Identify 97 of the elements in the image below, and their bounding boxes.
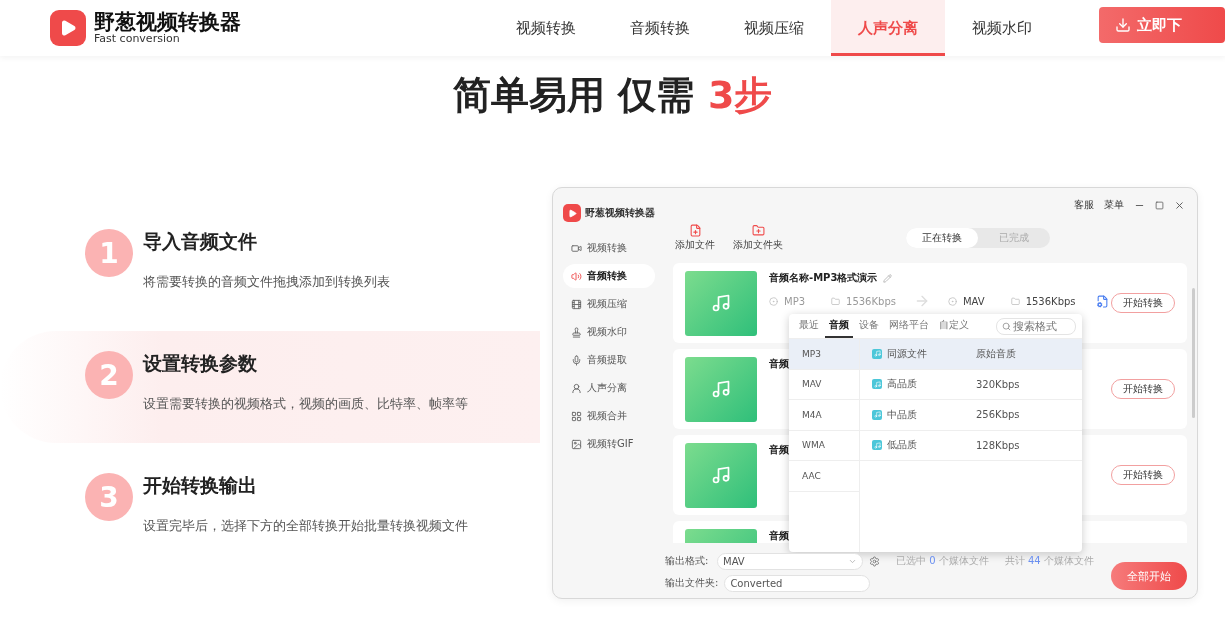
quality-name: 高品质	[887, 377, 918, 392]
output-bitrate: 1536Kbps	[1025, 295, 1076, 307]
bitrate-icon	[831, 296, 841, 306]
image-icon	[571, 438, 582, 450]
output-format: MAV	[962, 295, 985, 307]
sidebar-item[interactable]: 音频转换	[563, 264, 655, 288]
format-item[interactable]: MP3	[789, 339, 859, 370]
sidebar-item[interactable]: 视频转GIF	[563, 432, 655, 456]
step-description: 将需要转换的音频文件拖拽添加到转换列表	[143, 273, 390, 291]
sidebar-item[interactable]: 视频压缩	[563, 292, 655, 316]
quality-row[interactable]: 中品质 256Kbps	[860, 400, 1082, 431]
step-number: 1	[85, 229, 133, 277]
settings-icon[interactable]	[869, 555, 880, 567]
format-tab[interactable]: 设备	[855, 314, 883, 338]
folder-field[interactable]: Converted	[724, 574, 871, 592]
format-item[interactable]: MAV	[789, 369, 859, 400]
nav-tab[interactable]: 视频转换	[489, 0, 604, 56]
download-icon	[1115, 17, 1132, 33]
start-button[interactable]: 开始转换	[1111, 293, 1175, 313]
file-name: 音频	[769, 443, 789, 457]
format-icon	[769, 296, 778, 306]
field-label: 输出格式:	[665, 554, 710, 568]
bitrate-icon	[1010, 296, 1020, 306]
nav-tab[interactable]: 视频压缩	[717, 0, 832, 56]
quality-name: 同源文件	[887, 346, 928, 361]
file-plus-icon	[688, 224, 702, 237]
person-icon	[571, 382, 582, 394]
speaker-icon	[571, 270, 582, 282]
music-thumbnail	[685, 270, 757, 336]
logo-icon	[563, 204, 581, 222]
format-icon	[947, 296, 957, 306]
sidebar-item[interactable]: 视频水印	[563, 320, 655, 344]
search-field[interactable]: 搜索格式	[996, 317, 1076, 335]
headline: 简单易用 仅需 3步	[451, 72, 774, 119]
close-icon[interactable]	[1174, 199, 1185, 211]
top-link[interactable]: 客服	[1074, 198, 1094, 212]
music-icon	[872, 440, 882, 451]
stamp-icon	[571, 326, 582, 338]
format-item[interactable]: WMA	[789, 430, 859, 461]
nav-tab[interactable]: 视频水印	[945, 0, 1060, 56]
grid-icon	[571, 410, 582, 422]
video-camera-icon	[571, 242, 582, 254]
music-icon	[872, 379, 882, 390]
music-thumbnail	[685, 356, 757, 422]
toolbar-button[interactable]: 添加文件夹	[733, 224, 783, 252]
format-select[interactable]: MAV	[717, 552, 863, 570]
step-title: 开始转换输出	[143, 473, 258, 498]
tagline: Fast conversion	[94, 33, 180, 45]
microphone-icon	[571, 354, 582, 366]
step-description: 设置完毕后，选择下方的全部转换开始批量转换视频文件	[143, 517, 468, 535]
file-settings-icon[interactable]	[1095, 294, 1109, 308]
file-name: 音频名称-MP3格式演示	[769, 271, 878, 285]
brand-name: 野葱视频转换器	[94, 11, 241, 34]
quality-row[interactable]: 同源文件 原始音质	[860, 339, 1082, 370]
quality-bitrate: 原始音质	[976, 346, 1016, 361]
quality-row[interactable]: 低品质 128Kbps	[860, 430, 1082, 461]
sidebar-item[interactable]: 视频转换	[563, 236, 655, 260]
logo-icon	[50, 10, 86, 46]
sidebar-item[interactable]: 音频提取	[563, 348, 655, 372]
quality-name: 中品质	[887, 407, 918, 422]
sidebar-item[interactable]: 视频合并	[563, 404, 655, 428]
music-icon	[872, 409, 882, 420]
step-title: 设置转换参数	[143, 351, 258, 376]
sidebar-item[interactable]: 人声分离	[563, 376, 655, 400]
app-name: 野葱视频转换器	[585, 206, 655, 220]
music-icon	[872, 348, 882, 359]
quality-name: 低品质	[887, 438, 918, 453]
step-description: 设置需要转换的视频格式，视频的画质、比特率、帧率等	[143, 395, 468, 413]
file-name: 音频	[769, 357, 789, 371]
folder-plus-icon	[751, 224, 765, 237]
search-icon	[1002, 321, 1011, 331]
start-button[interactable]: 开始转换	[1111, 379, 1175, 399]
field-label: 输出文件夹:	[665, 576, 719, 590]
top-link[interactable]: 菜单	[1104, 198, 1124, 212]
film-icon	[571, 298, 582, 310]
step-number: 3	[85, 473, 133, 521]
music-thumbnail	[685, 442, 757, 508]
step-title: 导入音频文件	[143, 229, 258, 254]
format-item[interactable]: AAC	[789, 461, 859, 492]
format-tab[interactable]: 自定义	[935, 314, 973, 338]
status-tab[interactable]: 正在转换	[906, 228, 978, 248]
toolbar-button[interactable]: 添加文件	[675, 224, 715, 252]
format-tab[interactable]: 音频	[825, 314, 853, 338]
quality-row[interactable]: 高品质 320Kbps	[860, 369, 1082, 400]
file-name: 音频	[769, 529, 789, 543]
maximize-icon[interactable]	[1155, 200, 1164, 210]
step-number: 2	[85, 351, 133, 399]
quality-bitrate: 320Kbps	[976, 378, 1020, 390]
format-tab[interactable]: 网络平台	[885, 314, 933, 338]
input-bitrate: 1536Kbps	[846, 295, 896, 307]
nav-tab[interactable]: 音频转换	[603, 0, 718, 56]
format-tab[interactable]: 最近	[795, 314, 823, 338]
quality-bitrate: 128Kbps	[976, 439, 1020, 451]
format-item[interactable]: M4A	[789, 400, 859, 431]
start-button[interactable]: 开始转换	[1111, 465, 1175, 485]
quality-bitrate: 256Kbps	[976, 409, 1020, 421]
input-format: MP3	[784, 295, 806, 307]
